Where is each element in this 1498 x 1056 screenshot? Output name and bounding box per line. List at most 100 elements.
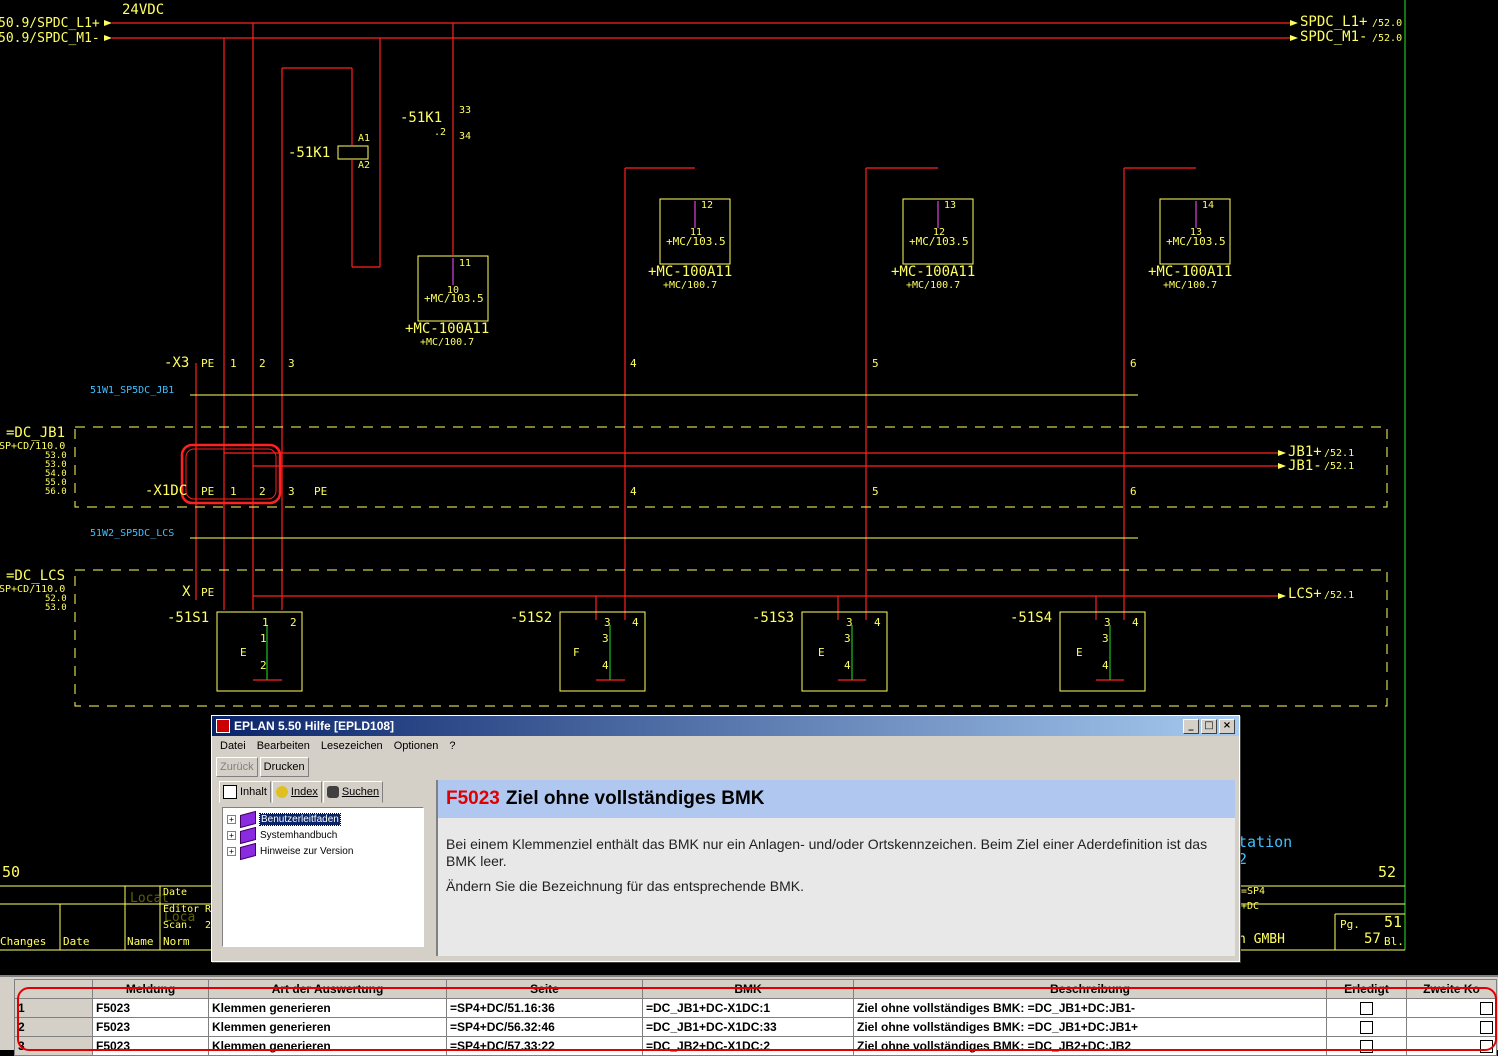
erledigt-checkbox[interactable] — [1360, 1020, 1373, 1034]
cell-meldung[interactable]: F5023 — [92, 1036, 209, 1056]
switch-4-pin-d: 4 — [1102, 659, 1109, 672]
contact-pin-34: 34 — [459, 131, 472, 142]
cell-zweite[interactable] — [1406, 998, 1497, 1018]
column-header-beschreibung[interactable]: Beschreibung — [853, 979, 1327, 999]
jb1-minus-ref: /52.1 — [1324, 461, 1355, 472]
tab-inhalt[interactable]: Inhalt — [219, 781, 271, 803]
x3-term-4: 4 — [630, 357, 637, 370]
cell-beschreibung[interactable]: Ziel ohne vollständiges BMK: =DC_JB2+DC:… — [853, 1036, 1327, 1056]
menu-help[interactable]: ? — [449, 740, 455, 752]
topic-title: Ziel ohne vollständiges BMK — [505, 788, 765, 809]
cell-art[interactable]: Klemmen generieren — [208, 1017, 447, 1037]
menu-optionen[interactable]: Optionen — [394, 740, 439, 752]
column-header-meldung[interactable]: Meldung — [92, 979, 209, 999]
cell-art[interactable]: Klemmen generieren — [208, 1036, 447, 1056]
x3-term-6: 6 — [1130, 357, 1137, 370]
cell-beschreibung[interactable]: Ziel ohne vollständiges BMK: =DC_JB1+DC:… — [853, 1017, 1327, 1037]
help-toolbar: Zurück Drucken — [216, 757, 309, 777]
switch-2-pin-d: 4 — [602, 659, 609, 672]
cell-seite[interactable]: =SP4+DC/51.16:36 — [446, 998, 643, 1018]
device-3-label: +MC/103.5 — [909, 235, 969, 248]
erledigt-checkbox[interactable] — [1360, 1039, 1373, 1053]
table-row[interactable]: 3 F5023 Klemmen generieren =SP4+DC/57.33… — [14, 1036, 1497, 1056]
x1dc-term-3: 3 — [288, 485, 295, 498]
switch-1-pin-c: 1 — [260, 632, 267, 645]
row-number[interactable]: 2 — [14, 1017, 93, 1037]
cell-art[interactable]: Klemmen generieren — [208, 998, 447, 1018]
contents-tree[interactable]: + Benutzerleitfaden + Systemhandbuch + H… — [222, 807, 424, 947]
footer-editor: Editor — [163, 904, 200, 915]
topic-paragraph-1: Bei einem Klemmenziel enthält das BMK nu… — [446, 836, 1208, 869]
tree-item-hinweise[interactable]: + Hinweise zur Version — [223, 842, 423, 860]
device-4-label: +MC/103.5 — [1166, 235, 1226, 248]
cell-seite[interactable]: =SP4+DC/57.33:22 — [446, 1036, 643, 1056]
table-row[interactable]: 2 F5023 Klemmen generieren =SP4+DC/56.32… — [14, 1017, 1497, 1037]
cell-bmk[interactable]: =DC_JB1+DC-X1DC:1 — [642, 998, 854, 1018]
switch-3-pin-d: 4 — [844, 659, 851, 672]
device-2-label: +MC/103.5 — [666, 235, 726, 248]
x1dc-term-2: 2 — [259, 485, 266, 498]
cell-erledigt[interactable] — [1326, 1017, 1407, 1037]
book-open-icon — [223, 785, 237, 799]
help-window[interactable]: EPLAN 5.50 Hilfe [EPLD108] _ □ × Datei B… — [211, 715, 1240, 962]
cell-beschreibung[interactable]: Ziel ohne vollständiges BMK: =DC_JB1+DC:… — [853, 998, 1327, 1018]
zweite-checkbox[interactable] — [1480, 1001, 1493, 1015]
menu-bearbeiten[interactable]: Bearbeiten — [257, 740, 310, 752]
bus-right-m1: SPDC_M1- — [1300, 29, 1368, 45]
row-number[interactable]: 1 — [14, 998, 93, 1018]
switch-2-pin-b: 4 — [632, 616, 639, 629]
close-button[interactable]: × — [1219, 719, 1235, 734]
expand-icon[interactable]: + — [227, 846, 236, 856]
help-content: F5023 Ziel ohne vollständiges BMK Bei ei… — [436, 780, 1235, 956]
cell-bmk[interactable]: =DC_JB1+DC-X1DC:33 — [642, 1017, 854, 1037]
cell-zweite[interactable] — [1406, 1017, 1497, 1037]
row-number[interactable]: 3 — [14, 1036, 93, 1056]
switch-2-pin-c: 3 — [602, 632, 609, 645]
column-header-zweite[interactable]: Zweite Ko — [1406, 979, 1497, 999]
tree-item-systemhandbuch[interactable]: + Systemhandbuch — [223, 826, 423, 844]
cell-meldung[interactable]: F5023 — [92, 1017, 209, 1037]
x1dc-term-pe: PE — [201, 485, 215, 498]
cell-meldung[interactable]: F5023 — [92, 998, 209, 1018]
expand-icon[interactable]: + — [227, 814, 236, 824]
column-header-bmk[interactable]: BMK — [642, 979, 854, 999]
cell-zweite[interactable] — [1406, 1036, 1497, 1056]
help-titlebar[interactable]: EPLAN 5.50 Hilfe [EPLD108] _ □ × — [212, 716, 1239, 736]
binoculars-icon — [326, 786, 339, 798]
cell-bmk[interactable]: =DC_JB2+DC-X1DC:2 — [642, 1036, 854, 1056]
table-header-row: Meldung Art der Auswertung Seite BMK Bes… — [14, 979, 1497, 999]
tab-index[interactable]: Index — [271, 781, 322, 803]
zweite-checkbox[interactable] — [1480, 1020, 1493, 1034]
menu-lesezeichen[interactable]: Lesezeichen — [321, 740, 383, 752]
x3-term-5: 5 — [872, 357, 879, 370]
bus-right-m1-ref: /52.0 — [1372, 33, 1403, 44]
erledigt-checkbox[interactable] — [1360, 1001, 1373, 1015]
zweite-checkbox[interactable] — [1480, 1039, 1493, 1053]
tree-item-label: Benutzerleitfaden — [259, 812, 341, 826]
box1-name: =DC_JB1 — [6, 425, 66, 441]
relay-pin-a2: A2 — [358, 160, 371, 171]
footer-dc: +DC — [1241, 901, 1260, 912]
maximize-button[interactable]: □ — [1201, 719, 1217, 734]
column-header-art[interactable]: Art der Auswertung — [208, 979, 447, 999]
tree-item-benutzerleitfaden[interactable]: + Benutzerleitfaden — [223, 810, 423, 828]
contact-pin-33: 33 — [459, 105, 472, 116]
footer-bl: Bl. — [1384, 935, 1404, 948]
expand-icon[interactable]: + — [227, 830, 236, 840]
footer-station: tation — [1238, 833, 1293, 851]
print-button[interactable]: Drucken — [259, 757, 309, 777]
table-row[interactable]: 1 F5023 Klemmen generieren =SP4+DC/51.16… — [14, 998, 1497, 1018]
cell-seite[interactable]: =SP4+DC/56.32:46 — [446, 1017, 643, 1037]
back-button[interactable]: Zurück — [216, 757, 258, 777]
x1dc-term-1: 1 — [230, 485, 237, 498]
column-header-erledigt[interactable]: Erledigt — [1326, 979, 1407, 999]
column-header-seite[interactable]: Seite — [446, 979, 643, 999]
tab-suchen[interactable]: Suchen — [322, 781, 384, 803]
x-pe-label: X — [182, 584, 191, 600]
switch-4-pin-b: 4 — [1132, 616, 1139, 629]
relay-coil-label: -51K1 — [288, 145, 331, 161]
minimize-button[interactable]: _ — [1183, 719, 1199, 734]
menu-datei[interactable]: Datei — [220, 740, 246, 752]
cell-erledigt[interactable] — [1326, 998, 1407, 1018]
cell-erledigt[interactable] — [1326, 1036, 1407, 1056]
